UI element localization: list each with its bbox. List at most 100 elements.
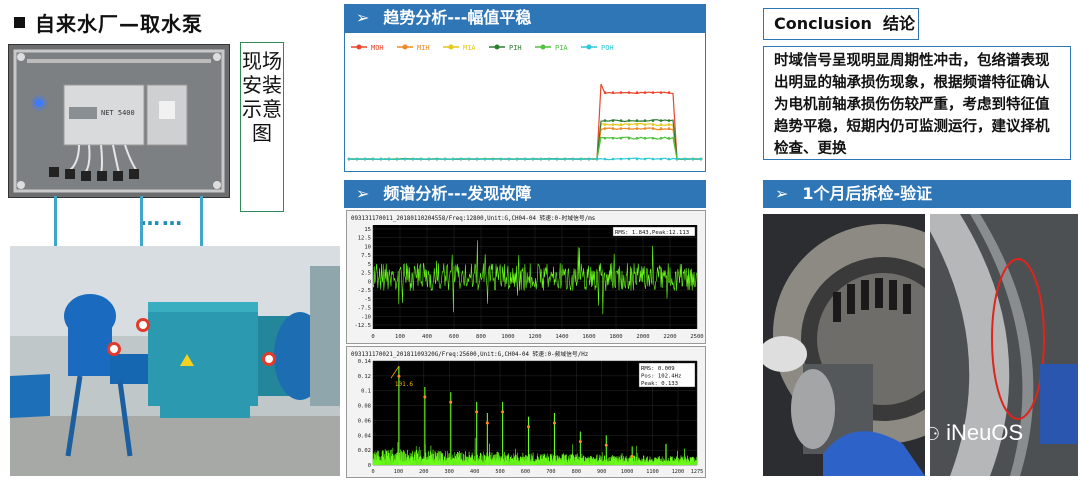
legend-label: PIH [509,44,522,52]
time-chart-header: 093131170011_20180110204558/Freq:12800,U… [351,214,595,222]
data-point [611,157,615,161]
spectrum-heading-text: 频谱分析---发现故障 [383,184,532,203]
conclusion-heading: Conclusion 结论 [763,8,919,40]
data-point [659,123,663,126]
conclusion-text: 时域信号呈现明显周期性冲击，包络谱表现出明显的轴承损伤现象，根据频谱特征确认为电… [763,46,1071,160]
data-point [387,157,391,161]
data-point [555,157,559,161]
series-line-pih [349,119,702,160]
data-point [371,157,375,161]
fault-frequency-marker [449,400,453,404]
data-point [627,136,631,140]
freq-stats-label: Pos: 102.4Hz [641,374,681,380]
data-point [531,157,535,161]
x-tick-label: 400 [470,469,479,475]
y-tick-label: 5 [368,262,371,268]
x-tick-label: 100 [395,334,405,340]
data-point [667,119,671,122]
data-point [395,157,399,161]
data-point [667,157,671,161]
x-tick-label: 0 [371,334,374,340]
data-point [603,91,607,94]
freq-stats-label: Peak: 0.133 [641,381,678,387]
trend-chart: MOH MIH MIA PIH PIA POH [344,32,706,172]
cabinet-photo: NET 5400 [8,44,230,198]
legend-marker [402,44,408,50]
y-tick-label: 0.04 [358,433,372,439]
fault-frequency-marker [552,421,556,425]
data-point [443,157,447,161]
x-tick-label: 500 [495,469,504,475]
data-point [675,157,679,161]
y-tick-label: -5 [364,297,371,303]
bearing-illustration [763,214,925,476]
data-point [547,157,551,161]
data-point [363,157,367,161]
data-point [635,127,639,130]
data-point [619,136,623,140]
y-tick-label: 0 [368,279,371,285]
data-point [611,123,615,126]
data-point [667,123,671,126]
pump-illustration [10,246,340,476]
data-point [379,157,383,161]
left-title-text: 自来水厂—取水泵 [35,12,203,36]
fault-frequency-marker [578,440,582,444]
x-tick-label: 800 [572,469,581,475]
data-point [651,157,655,161]
x-tick-label: 200 [419,469,428,475]
sensor-marker-icon [262,352,276,366]
y-tick-label: -2.5 [358,288,371,294]
legend-label: MIA [463,44,476,52]
legend-label: MIH [417,44,430,52]
data-point [515,157,519,161]
data-point [459,157,463,161]
data-point [643,136,647,140]
verify-heading: ➢ 1个月后拆检-验证 [763,180,1071,208]
fault-frequency-marker [423,395,427,399]
fault-frequency-marker [604,443,608,447]
data-point [611,127,615,130]
left-title: 自来水厂—取水泵 [14,8,203,37]
data-point [651,91,655,94]
y-tick-label: 10 [364,244,371,250]
fault-frequency-marker [501,410,505,414]
time-domain-chart: 093131170011_20180110204558/Freq:12800,U… [346,210,706,344]
sensor-marker-icon [136,318,150,332]
y-tick-label: -10 [361,314,371,320]
x-tick-label: 1800 [609,334,622,340]
series-line-mih [348,127,702,160]
data-point [651,123,655,126]
x-tick-label: 0 [371,469,374,475]
data-point [651,127,655,130]
data-point [659,91,663,94]
y-tick-label: 0.02 [358,448,371,454]
data-point [491,157,495,161]
x-tick-label: 1200 [672,469,685,475]
y-tick-label: 0.12 [358,374,371,380]
data-point [627,157,631,161]
watermark-text: iNeuOS [946,420,1024,445]
x-tick-label: 1000 [501,334,514,340]
x-tick-label: 1400 [555,334,568,340]
data-point [451,157,455,161]
data-point [619,127,623,130]
series-line-pia [348,136,702,160]
legend-marker [494,44,500,50]
freq-chart-header: 093131170021_20181109320G/Freq:25600,Uni… [351,350,588,358]
data-point [651,136,655,140]
data-point [635,123,639,126]
data-point [667,136,671,140]
y-tick-label: 0.1 [361,389,371,395]
data-point [635,136,639,140]
leader-line [54,196,57,252]
y-tick-label: 2.5 [361,271,371,277]
data-point [347,157,351,161]
data-point [659,127,663,130]
data-point [643,123,647,126]
data-point [643,119,647,122]
legend-marker [448,44,454,50]
ellipsis-text: …… [140,206,184,230]
arrow-right-icon: ➢ [775,184,789,203]
data-point [499,157,503,161]
